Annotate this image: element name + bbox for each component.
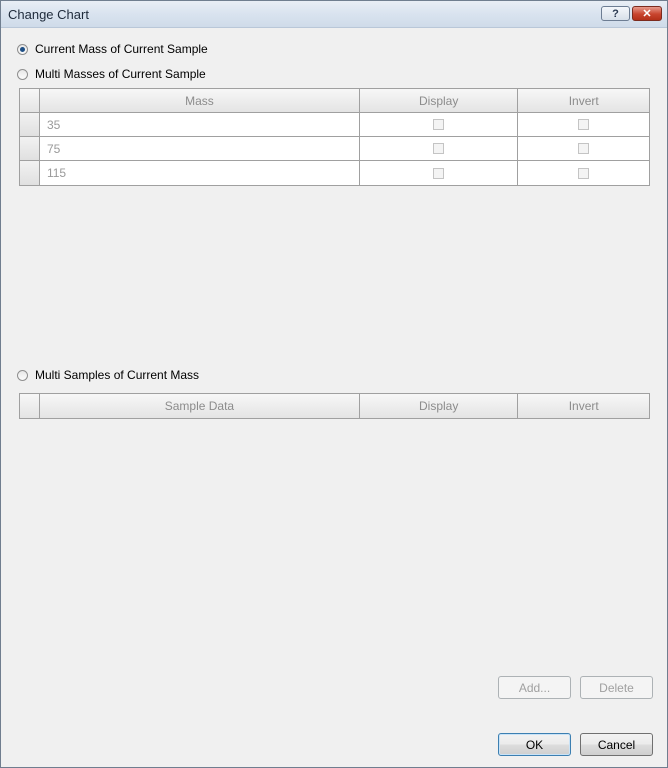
mass-cell[interactable]: 35 xyxy=(39,113,360,137)
column-header-display[interactable]: Display xyxy=(359,89,519,113)
table-row: 75 xyxy=(20,137,649,161)
mass-cell[interactable]: 75 xyxy=(39,137,360,161)
mass-cell[interactable]: 115 xyxy=(39,161,360,185)
column-header-mass[interactable]: Mass xyxy=(39,89,360,113)
radio-current-mass[interactable]: Current Mass of Current Sample xyxy=(17,42,208,56)
sample-grid: Sample Data Display Invert xyxy=(19,393,650,419)
title-bar: Change Chart ? ✕ xyxy=(1,1,667,28)
change-chart-dialog: Change Chart ? ✕ Current Mass of Current… xyxy=(0,0,668,768)
invert-checkbox[interactable] xyxy=(578,119,590,130)
invert-checkbox[interactable] xyxy=(578,143,590,154)
sample-grid-header: Sample Data Display Invert xyxy=(20,394,649,418)
display-checkbox[interactable] xyxy=(433,167,445,179)
radio-multi-masses-indicator[interactable] xyxy=(17,68,28,80)
ok-button[interactable]: OK xyxy=(498,733,571,756)
radio-current-mass-indicator[interactable] xyxy=(17,43,28,55)
mass-grid: Mass Display Invert 35 75 115 xyxy=(19,88,650,186)
column-header-sample-data[interactable]: Sample Data xyxy=(39,394,360,418)
radio-current-mass-label: Current Mass of Current Sample xyxy=(35,42,208,56)
close-button[interactable]: ✕ xyxy=(632,6,662,21)
help-icon: ? xyxy=(612,7,619,20)
column-header-invert[interactable]: Invert xyxy=(518,394,649,418)
display-cell xyxy=(359,161,519,185)
close-icon: ✕ xyxy=(642,8,652,20)
table-row: 35 xyxy=(20,113,649,137)
help-button[interactable]: ? xyxy=(601,6,630,21)
table-row: 115 xyxy=(20,161,649,185)
delete-button[interactable]: Delete xyxy=(580,676,653,699)
radio-multi-masses[interactable]: Multi Masses of Current Sample xyxy=(17,67,206,81)
invert-checkbox[interactable] xyxy=(578,167,590,179)
row-header[interactable] xyxy=(20,161,40,185)
radio-multi-masses-label: Multi Masses of Current Sample xyxy=(35,67,206,81)
add-button[interactable]: Add... xyxy=(498,676,571,699)
column-header-display[interactable]: Display xyxy=(359,394,519,418)
radio-multi-samples[interactable]: Multi Samples of Current Mass xyxy=(17,368,199,382)
invert-cell xyxy=(518,161,649,185)
display-cell xyxy=(359,113,519,137)
radio-multi-samples-label: Multi Samples of Current Mass xyxy=(35,368,200,382)
display-cell xyxy=(359,137,519,161)
column-header-invert[interactable]: Invert xyxy=(518,89,649,113)
mass-grid-header: Mass Display Invert xyxy=(20,89,649,113)
display-checkbox[interactable] xyxy=(433,119,445,130)
window-title: Change Chart xyxy=(8,7,89,22)
invert-cell xyxy=(518,113,649,137)
corner-header xyxy=(20,89,40,113)
row-header[interactable] xyxy=(20,137,40,161)
display-checkbox[interactable] xyxy=(433,143,445,154)
radio-multi-samples-indicator[interactable] xyxy=(17,369,28,381)
invert-cell xyxy=(518,137,649,161)
corner-header xyxy=(20,394,40,418)
row-header[interactable] xyxy=(20,113,40,137)
cancel-button[interactable]: Cancel xyxy=(580,733,653,756)
